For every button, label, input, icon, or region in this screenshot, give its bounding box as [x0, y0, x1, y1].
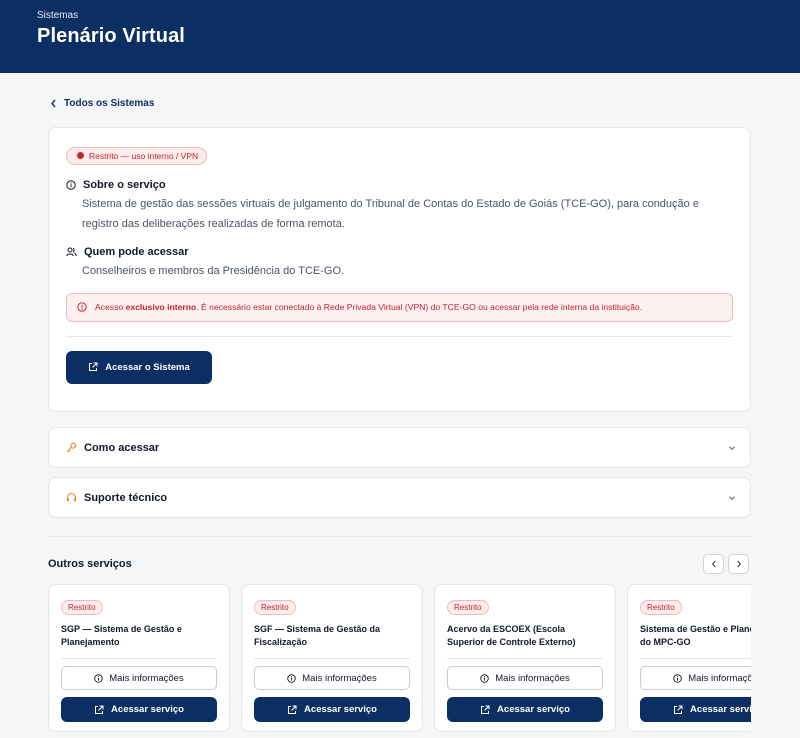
external-link-icon — [480, 705, 490, 715]
who-title: Quem pode acessar — [84, 245, 189, 258]
chevron-down-icon — [728, 445, 736, 451]
service-card: Restrito Acervo da ESCOEX (Escola Superi… — [434, 584, 616, 732]
about-text: Sistema de gestão das sessões virtuais d… — [82, 197, 699, 230]
restricted-badge: Restrito — [254, 600, 296, 615]
service-name: SGF — Sistema de Gestão da Fiscalização — [254, 624, 381, 647]
more-info-label: Mais informações — [688, 672, 751, 684]
chevron-left-icon — [50, 99, 57, 108]
status-dot-icon — [77, 152, 84, 159]
external-link-icon — [94, 705, 104, 715]
who-text: Conselheiros e membros da Presidência do… — [82, 264, 345, 277]
users-icon — [66, 247, 77, 257]
info-circle-icon — [480, 673, 489, 683]
accordion-how-to-access[interactable]: Como acessar — [48, 427, 751, 468]
page-title: Plenário Virtual — [37, 25, 185, 47]
divider — [61, 658, 217, 659]
service-name: Acervo da ESCOEX (Escola Superior de Con… — [447, 624, 576, 647]
access-service-button[interactable]: Acessar serviço — [254, 697, 410, 722]
service-card: Restrito SGF — Sistema de Gestão da Fisc… — [241, 584, 423, 732]
headset-icon — [66, 492, 77, 503]
info-circle-icon — [673, 673, 682, 683]
access-service-label: Acessar serviço — [690, 704, 751, 715]
other-services-title: Outros serviços — [48, 558, 132, 570]
chevron-right-icon — [736, 560, 742, 568]
accordion-label: Suporte técnico — [84, 491, 168, 504]
restricted-badge: Restrito — [61, 600, 103, 615]
back-link-label: Todos os Sistemas — [64, 98, 155, 109]
access-service-button[interactable]: Acessar serviço — [447, 697, 603, 722]
restricted-badge: Restrito — uso interno / VPN — [66, 146, 208, 165]
alert-icon — [77, 302, 87, 312]
alert-bold: exclusivo interno — [125, 302, 197, 312]
access-service-button[interactable]: Acessar serviço — [640, 697, 751, 722]
more-info-label: Mais informações — [495, 672, 570, 684]
key-icon — [66, 442, 77, 453]
divider — [254, 658, 410, 659]
info-circle-icon — [66, 179, 76, 190]
accordion-label: Como acessar — [84, 441, 160, 454]
about-title: Sobre o serviço — [83, 178, 166, 191]
service-name: SGP — Sistema de Gestão e Planejamento — [61, 624, 182, 647]
service-name: Sistema de Gestão e Planejamento do MPC-… — [640, 624, 751, 647]
who-heading: Quem pode acessar — [66, 246, 733, 258]
service-card: Restrito SGP — Sistema de Gestão e Plane… — [48, 584, 230, 732]
more-info-button[interactable]: Mais informações — [61, 666, 217, 690]
more-info-button[interactable]: Mais informações — [447, 666, 603, 690]
vpn-alert: Acesso exclusivo interno. É necessário e… — [66, 292, 733, 322]
divider — [640, 658, 751, 659]
chevron-left-icon — [711, 560, 717, 568]
access-system-button[interactable]: Acessar o Sistema — [66, 350, 212, 384]
carousel-prev-button[interactable] — [703, 554, 724, 574]
restricted-badge: Restrito — [447, 600, 489, 615]
more-info-label: Mais informações — [302, 672, 377, 684]
access-service-label: Acessar serviço — [497, 704, 570, 715]
access-service-label: Acessar serviço — [304, 704, 377, 715]
carousel-nav — [703, 554, 749, 574]
access-system-label: Acessar o Sistema — [105, 361, 190, 373]
access-service-button[interactable]: Acessar serviço — [61, 697, 217, 722]
divider — [66, 335, 733, 337]
more-info-button[interactable]: Mais informações — [640, 666, 751, 690]
external-link-icon — [673, 705, 683, 715]
external-link-icon — [287, 705, 297, 715]
divider — [447, 658, 603, 659]
info-circle-icon — [287, 673, 296, 683]
restricted-badge: Restrito — [640, 600, 682, 615]
section-divider — [48, 536, 751, 537]
header-subtitle: Sistemas — [37, 10, 79, 21]
chevron-down-icon — [728, 495, 736, 501]
alert-prefix: Acesso — [95, 302, 126, 312]
accordion-tech-support[interactable]: Suporte técnico — [48, 477, 751, 518]
service-card: Restrito Sistema de Gestão e Planejament… — [627, 584, 751, 732]
alert-text: Acesso exclusivo interno. É necessário e… — [95, 302, 642, 312]
external-link-icon — [88, 362, 98, 372]
more-info-label: Mais informações — [109, 672, 184, 684]
more-info-button[interactable]: Mais informações — [254, 666, 410, 690]
about-heading: Sobre o serviço — [66, 179, 733, 191]
services-carousel: Restrito SGP — Sistema de Gestão e Plane… — [48, 584, 751, 738]
back-link[interactable]: Todos os Sistemas — [50, 98, 154, 109]
page-header: Sistemas Plenário Virtual — [0, 0, 800, 73]
carousel-next-button[interactable] — [728, 554, 749, 574]
service-details-card: Restrito — uso interno / VPN Sobre o ser… — [48, 127, 751, 412]
info-circle-icon — [94, 673, 103, 683]
access-service-label: Acessar serviço — [111, 704, 184, 715]
restricted-badge-label: Restrito — uso interno / VPN — [89, 150, 199, 161]
alert-suffix: . É necessário estar conectado à Rede Pr… — [196, 302, 643, 312]
